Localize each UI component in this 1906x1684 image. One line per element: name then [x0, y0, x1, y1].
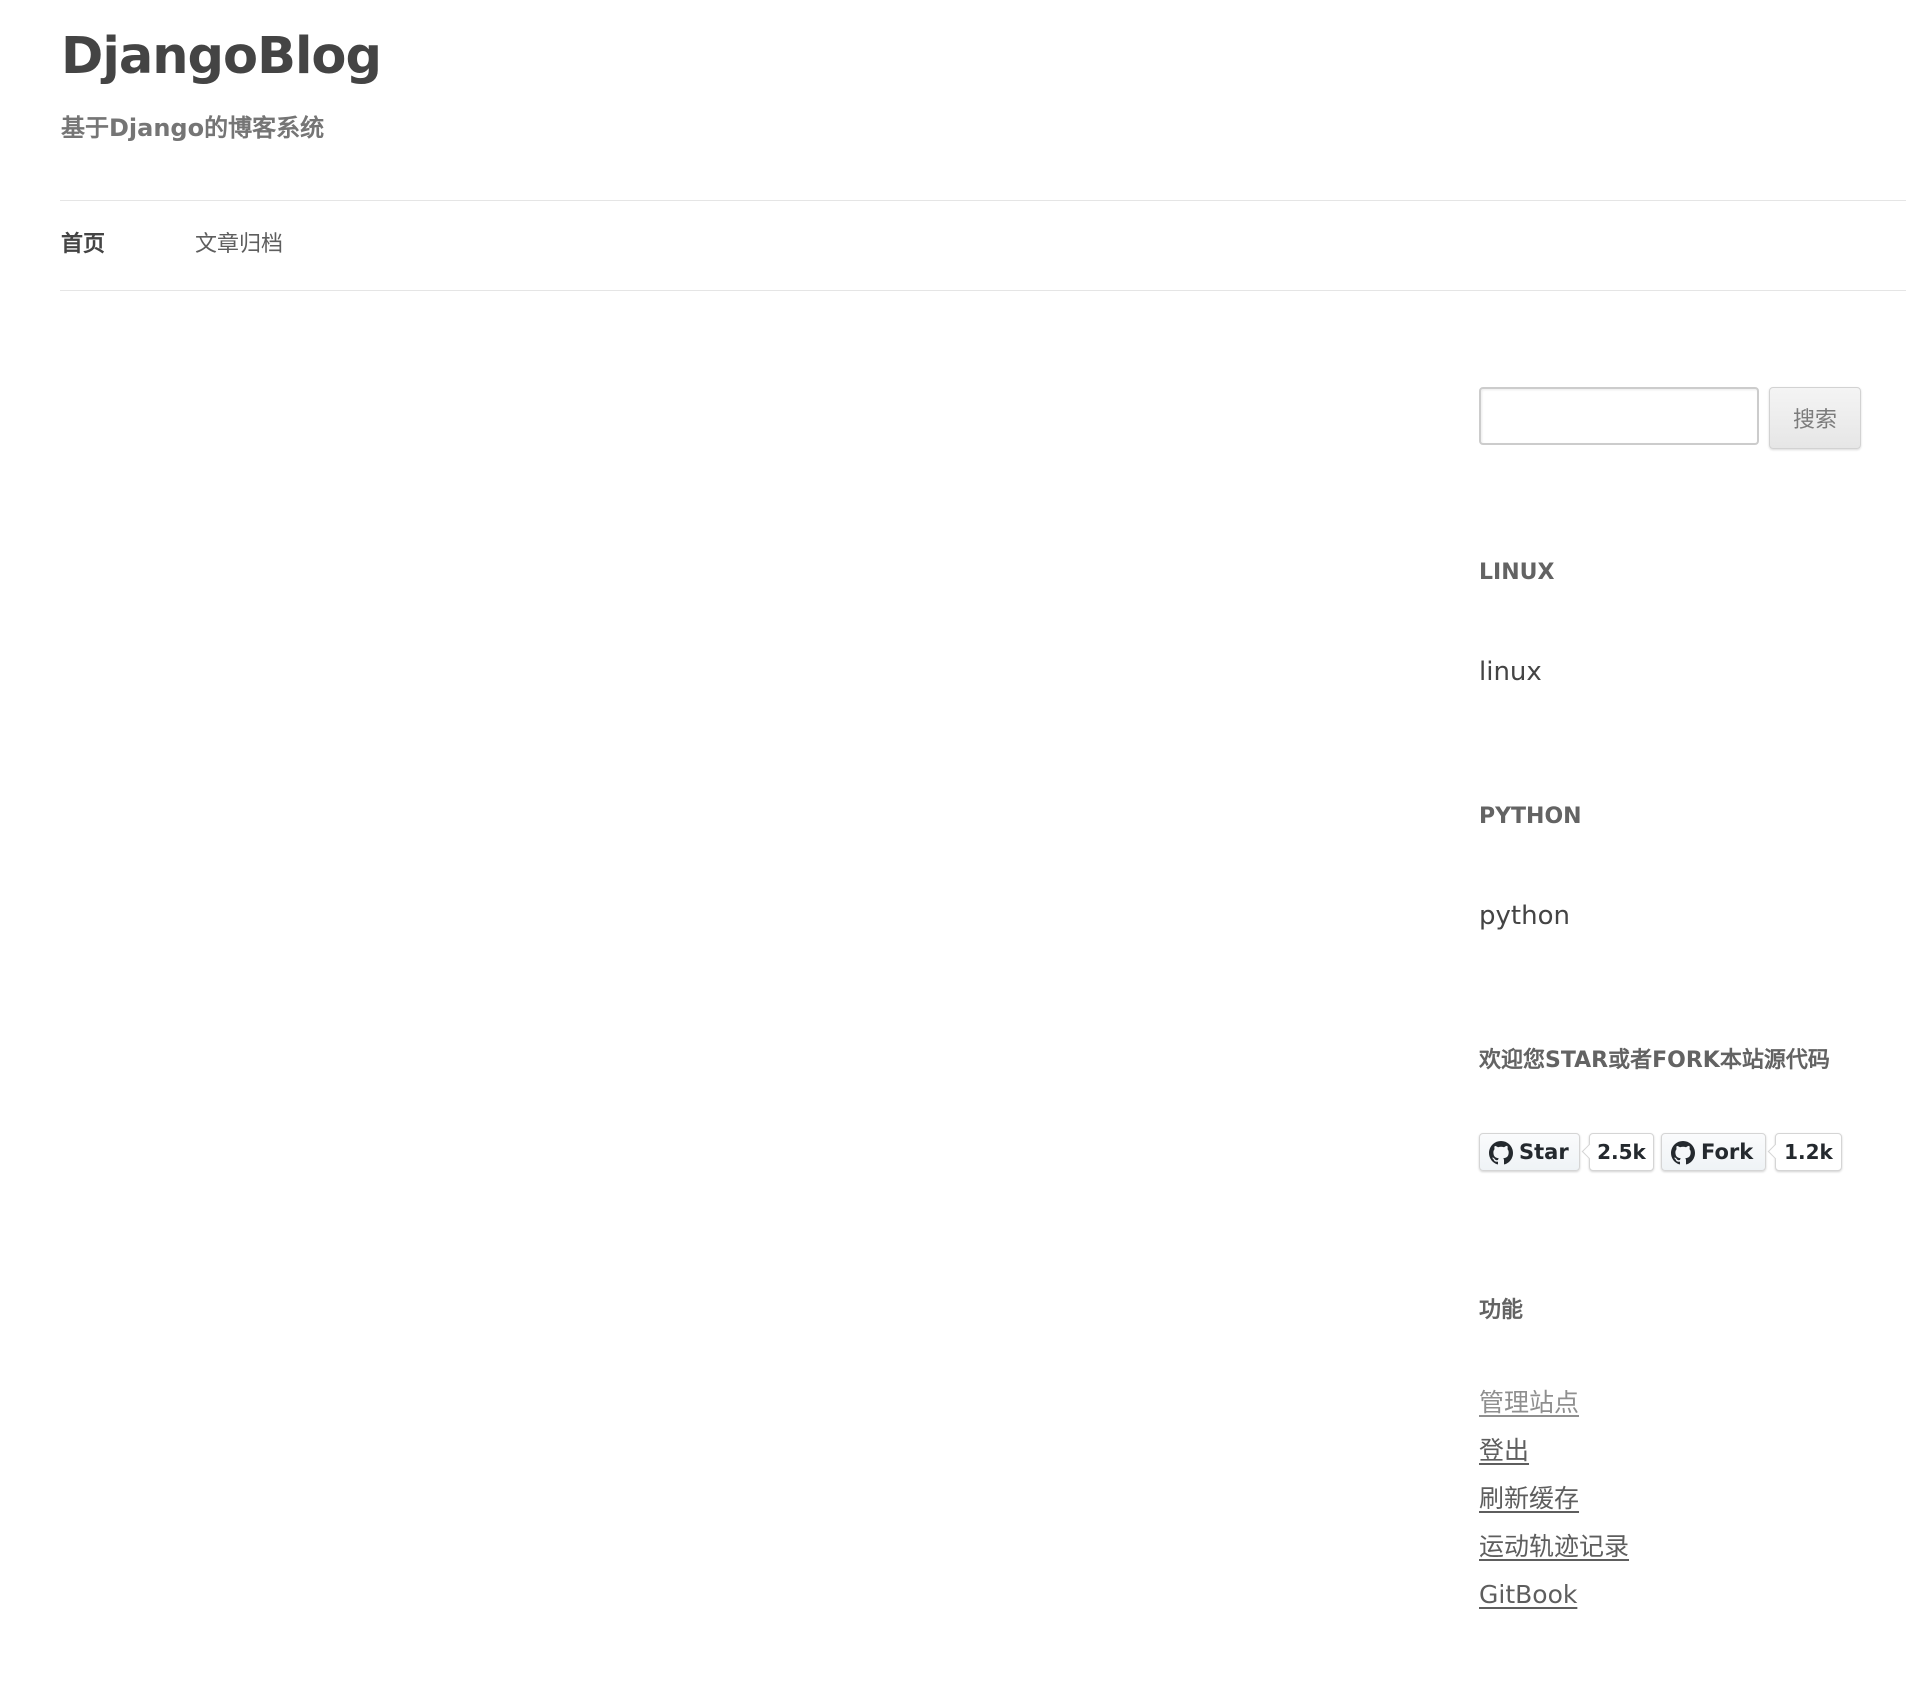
github-fork-label: Fork	[1701, 1140, 1754, 1164]
github-buttons: Star 2.5k Fork 1.2k	[1479, 1133, 1879, 1175]
link-logout[interactable]: 登出	[1479, 1434, 1529, 1468]
github-icon	[1671, 1141, 1695, 1165]
github-star-count[interactable]: 2.5k	[1589, 1133, 1654, 1171]
widget-title-github: 欢迎您STAR或者FORK本站源代码	[1479, 1048, 1830, 1073]
nav-item-archive[interactable]: 文章归档	[195, 229, 283, 261]
nav-item-home[interactable]: 首页	[61, 229, 105, 261]
link-refresh-cache[interactable]: 刷新缓存	[1479, 1482, 1579, 1516]
github-icon	[1489, 1141, 1513, 1165]
page: DjangoBlog 基于Django的博客系统 首页 文章归档 搜索 LINU…	[0, 0, 1906, 1684]
github-star-button[interactable]: Star	[1479, 1133, 1580, 1171]
widget-text-linux: linux	[1479, 657, 1542, 687]
link-track-record[interactable]: 运动轨迹记录	[1479, 1530, 1629, 1564]
link-gitbook[interactable]: GitBook	[1479, 1578, 1577, 1612]
github-star-label: Star	[1519, 1140, 1569, 1164]
github-fork-button[interactable]: Fork	[1661, 1133, 1766, 1171]
link-admin-site[interactable]: 管理站点	[1479, 1386, 1579, 1420]
search-button[interactable]: 搜索	[1769, 387, 1861, 449]
site-subtitle: 基于Django的博客系统	[61, 114, 325, 142]
widget-title-functions: 功能	[1479, 1298, 1524, 1323]
widget-title-linux: LINUX	[1479, 560, 1555, 585]
site-title[interactable]: DjangoBlog	[61, 22, 382, 92]
main-navigation: 首页 文章归档	[60, 200, 1906, 291]
github-fork-count[interactable]: 1.2k	[1775, 1133, 1842, 1171]
widget-text-python: python	[1479, 901, 1570, 931]
search-input[interactable]	[1479, 387, 1759, 445]
search-form: 搜索	[1479, 387, 1864, 449]
widget-title-python: PYTHON	[1479, 804, 1582, 829]
